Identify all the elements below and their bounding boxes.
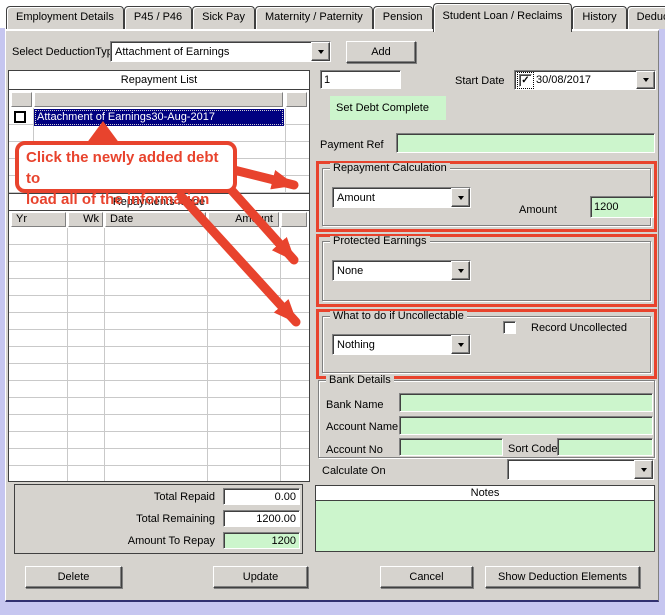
- tab-employment-details[interactable]: Employment Details: [6, 6, 124, 29]
- grid-divider: [67, 228, 68, 481]
- repayment-list-selected-row[interactable]: Attachment of Earnings30-Aug-2017: [34, 109, 284, 126]
- chevron-down-icon[interactable]: [451, 188, 470, 207]
- record-uncollected-label: Record Uncollected: [531, 322, 627, 334]
- total-remaining-field[interactable]: [223, 510, 300, 527]
- protected-earnings-highlight: Protected Earnings None: [316, 234, 657, 307]
- deductions-window: Employment Details P45 / P46 Sick Pay Ma…: [0, 0, 665, 615]
- col-header-extra: [281, 212, 307, 227]
- tab-sick-pay[interactable]: Sick Pay: [192, 6, 255, 29]
- tab-student-loan-reclaims[interactable]: Student Loan / Reclaims: [433, 3, 573, 32]
- chevron-down-icon[interactable]: [451, 261, 470, 280]
- repayment-list-title: Repayment List: [9, 71, 309, 90]
- grid-divider: [104, 228, 105, 481]
- protected-earnings-title: Protected Earnings: [330, 236, 430, 247]
- list-header-extra-col: [286, 92, 307, 107]
- chevron-down-icon[interactable]: [451, 335, 470, 354]
- delete-button[interactable]: Delete: [25, 566, 122, 588]
- protected-earnings-value: None: [333, 265, 451, 277]
- payment-ref-label: Payment Ref: [320, 139, 384, 151]
- tab-deductions[interactable]: Deductions: [627, 6, 665, 29]
- repayment-list-panel: Repayment List Attachment of Earnings30-…: [8, 70, 310, 482]
- chevron-down-icon[interactable]: [634, 460, 653, 479]
- tab-bar: Employment Details P45 / P46 Sick Pay Ma…: [6, 3, 665, 31]
- calculate-on-select[interactable]: [507, 459, 654, 480]
- col-header-wk[interactable]: Wk: [68, 212, 103, 227]
- grid-divider: [280, 228, 281, 481]
- total-repaid-label: Total Repaid: [35, 491, 215, 503]
- uncollectable-value: Nothing: [333, 339, 451, 351]
- amount-to-repay-field[interactable]: [223, 532, 300, 549]
- bank-name-field[interactable]: [399, 393, 653, 412]
- tab-pension[interactable]: Pension: [373, 6, 433, 29]
- tab-history[interactable]: History: [572, 6, 626, 29]
- repayment-calculation-title: Repayment Calculation: [330, 163, 450, 174]
- grid-divider: [285, 108, 286, 193]
- payment-ref-field[interactable]: [396, 133, 655, 153]
- start-date-checkbox[interactable]: [519, 74, 532, 87]
- repayment-calculation-highlight: Repayment Calculation Amount Amount: [316, 161, 657, 232]
- cancel-button[interactable]: Cancel: [380, 566, 473, 588]
- add-button[interactable]: Add: [346, 41, 416, 63]
- uncollectable-highlight: What to do if Uncollectable Record Uncol…: [316, 309, 657, 379]
- bank-details-title: Bank Details: [326, 375, 394, 386]
- repayment-method-select[interactable]: Amount: [332, 187, 471, 208]
- chevron-down-icon[interactable]: [636, 71, 655, 89]
- repayments-made-grid: [9, 228, 309, 481]
- tab-p45-p46[interactable]: P45 / P46: [124, 6, 192, 29]
- update-button[interactable]: Update: [213, 566, 308, 588]
- set-debt-complete-button[interactable]: Set Debt Complete: [330, 96, 446, 120]
- amount-field[interactable]: [590, 196, 654, 218]
- amount-label: Amount: [519, 204, 557, 216]
- start-date-label: Start Date: [455, 75, 505, 87]
- start-date-value: 30/08/2017: [532, 74, 636, 86]
- account-name-field[interactable]: [399, 416, 653, 435]
- repayment-row-checkbox[interactable]: [14, 111, 26, 123]
- protected-earnings-select[interactable]: None: [332, 260, 471, 281]
- sort-code-label: Sort Code: [508, 443, 558, 455]
- sort-code-field[interactable]: [557, 438, 653, 456]
- amount-to-repay-label: Amount To Repay: [35, 535, 215, 547]
- repayment-method-value: Amount: [333, 192, 451, 204]
- total-remaining-label: Total Remaining: [35, 513, 215, 525]
- list-header-checkbox-col: [11, 92, 32, 107]
- col-header-amount[interactable]: Amount: [208, 212, 279, 227]
- uncollectable-title: What to do if Uncollectable: [330, 311, 467, 322]
- start-date-picker[interactable]: 30/08/2017: [514, 70, 656, 90]
- bank-name-label: Bank Name: [326, 399, 383, 411]
- window-border-left: [0, 28, 5, 615]
- chevron-down-icon[interactable]: [311, 42, 330, 61]
- calculate-on-label: Calculate On: [322, 465, 386, 477]
- select-deduction-type-label: Select DeductionType: [12, 46, 119, 58]
- account-no-field[interactable]: [399, 438, 503, 456]
- record-uncollected-checkbox[interactable]: [503, 321, 516, 334]
- uncollectable-select[interactable]: Nothing: [332, 334, 471, 355]
- col-header-date[interactable]: Date: [105, 212, 206, 227]
- notes-input[interactable]: [315, 501, 655, 552]
- col-header-yr[interactable]: Yr: [11, 212, 66, 227]
- total-repaid-field[interactable]: [223, 488, 300, 505]
- grid-divider: [207, 228, 208, 481]
- totals-box: Total Repaid Total Remaining Amount To R…: [14, 484, 303, 554]
- deduction-type-value: Attachment of Earnings: [111, 46, 311, 58]
- list-header-name-col: [34, 92, 283, 107]
- debt-index-field[interactable]: [320, 70, 401, 89]
- show-deduction-elements-button[interactable]: Show Deduction Elements: [485, 566, 640, 588]
- account-no-label: Account No: [326, 444, 383, 456]
- account-name-label: Account Name: [326, 421, 398, 433]
- tab-maternity-paternity[interactable]: Maternity / Paternity: [255, 6, 373, 29]
- notes-title: Notes: [315, 485, 655, 501]
- window-border-right: [659, 28, 665, 615]
- window-border-bottom: [0, 602, 665, 615]
- deduction-type-select[interactable]: Attachment of Earnings: [110, 41, 331, 62]
- instruction-callout: Click the newly added debt to load all o…: [15, 141, 237, 193]
